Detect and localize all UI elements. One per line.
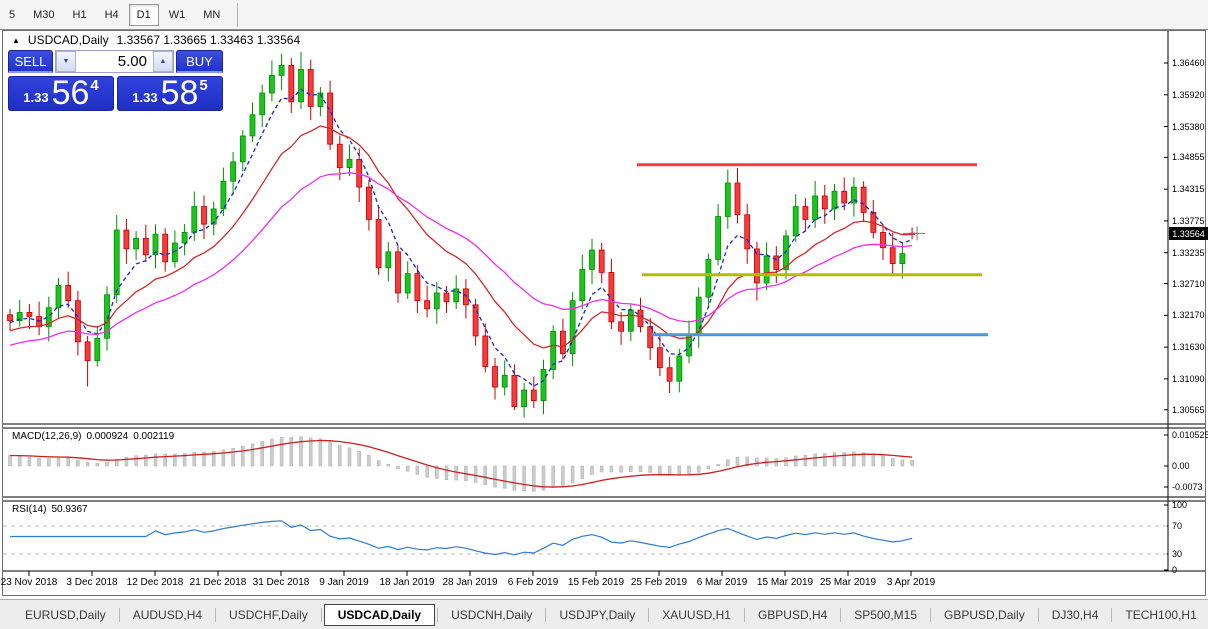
chart-window: [2, 30, 1206, 596]
price-axis-label: 1.33775: [1172, 216, 1205, 226]
buy-price-main: 58: [161, 78, 199, 108]
chevron-down-icon: ▼: [63, 58, 70, 65]
timeframe-button-d1[interactable]: D1: [129, 4, 159, 26]
price-axis-label: 1.32710: [1172, 279, 1205, 289]
tab-usdcnh-daily[interactable]: USDCNH,Daily: [440, 605, 543, 625]
price-axis-label: 1.35920: [1172, 90, 1205, 100]
tab-tech100-h1[interactable]: TECH100,H1: [1114, 605, 1207, 625]
sell-price-pip: 4: [90, 77, 98, 94]
macd-name: MACD(12,26,9): [12, 431, 81, 442]
date-axis-label: 21 Dec 2018: [190, 577, 247, 588]
date-axis-label: 23 Nov 2018: [1, 577, 58, 588]
tab-separator: [930, 608, 931, 622]
date-axis-label: 3 Apr 2019: [887, 577, 935, 588]
timeframe-button-w1[interactable]: W1: [161, 4, 194, 26]
price-axis-label: 1.34855: [1172, 152, 1205, 162]
tab-audusd-h4[interactable]: AUDUSD,H4: [122, 605, 213, 625]
date-axis-label: 12 Dec 2018: [127, 577, 184, 588]
date-axis-label: 25 Mar 2019: [820, 577, 876, 588]
toolbar-separator: [237, 3, 238, 27]
macd-value-main: 0.000924: [86, 431, 128, 442]
date-axis-label: 6 Mar 2019: [697, 577, 748, 588]
tab-usdjpy-daily[interactable]: USDJPY,Daily: [548, 605, 646, 625]
price-axis-label: 1.33235: [1172, 248, 1205, 258]
buy-price-pip: 5: [199, 77, 207, 94]
date-axis-label: 15 Mar 2019: [757, 577, 813, 588]
price-axis-label: 1.30565: [1172, 405, 1205, 415]
volume-input[interactable]: [76, 51, 153, 72]
sell-price-main: 56: [52, 78, 90, 108]
chart-title: ▲ USDCAD,Daily 1.33567 1.33665 1.33463 1…: [12, 33, 300, 47]
tab-separator: [119, 608, 120, 622]
tab-separator: [215, 608, 216, 622]
price-axis-label: 1.32170: [1172, 310, 1205, 320]
date-axis-label: 3 Dec 2018: [66, 577, 117, 588]
tab-separator: [321, 608, 322, 622]
price-axis-label: 1.34315: [1172, 184, 1205, 194]
date-axis-label: 18 Jan 2019: [379, 577, 434, 588]
timeframe-button-h1[interactable]: H1: [65, 4, 95, 26]
timeframe-button-h4[interactable]: H4: [97, 4, 127, 26]
date-axis-label: 28 Jan 2019: [442, 577, 497, 588]
symbol-tabbar: EURUSD,DailyAUDUSD,H4USDCHF,DailyUSDCAD,…: [0, 599, 1208, 629]
sell-price-prefix: 1.33: [23, 90, 48, 105]
macd-indicator-label: MACD(12,26,9) 0.000924 0.002119: [12, 431, 174, 442]
tab-usdchf-daily[interactable]: USDCHF,Daily: [218, 605, 319, 625]
date-axis-label: 25 Feb 2019: [631, 577, 687, 588]
tab-gbpusd-daily[interactable]: GBPUSD,Daily: [933, 605, 1036, 625]
macd-value-signal: 0.002119: [133, 431, 174, 442]
rsi-axis-label: 0: [1172, 565, 1177, 575]
price-axis-label: 1.31630: [1172, 342, 1205, 352]
rsi-axis-label: 70: [1172, 521, 1182, 531]
timeframe-button-m30[interactable]: M30: [25, 4, 62, 26]
rsi-axis-label: 100: [1172, 500, 1187, 510]
tab-separator: [1038, 608, 1039, 622]
date-axis-label: 31 Dec 2018: [253, 577, 310, 588]
timeframe-toolbar: 5M30H1H4D1W1MN: [0, 0, 1208, 30]
one-click-trading-widget: SELL ▼ ▲ BUY 1.33 56 4 1.33 58 5: [8, 48, 223, 111]
macd-axis-label: 0.00: [1172, 461, 1190, 471]
tab-gbpusd-h4[interactable]: GBPUSD,H4: [747, 605, 838, 625]
macd-axis-label: 0.010525: [1172, 430, 1208, 440]
timeframe-button-5[interactable]: 5: [1, 4, 23, 26]
volume-stepper: ▼ ▲: [55, 50, 174, 73]
date-axis-label: 9 Jan 2019: [319, 577, 369, 588]
collapse-triangle-icon[interactable]: ▲: [12, 36, 20, 45]
tab-eurusd-daily[interactable]: EURUSD,Daily: [14, 605, 117, 625]
date-axis-label: 6 Feb 2019: [508, 577, 559, 588]
tab-usdcad-daily[interactable]: USDCAD,Daily: [324, 604, 435, 626]
buy-price-prefix: 1.33: [132, 90, 157, 105]
macd-axis-label: -0.0073: [1172, 482, 1203, 492]
tab-sp500-m15[interactable]: SP500,M15: [843, 605, 928, 625]
volume-increase-button[interactable]: ▲: [153, 51, 173, 72]
timeframe-button-mn[interactable]: MN: [195, 4, 228, 26]
tab-separator: [437, 608, 438, 622]
tab-xauusd-h1[interactable]: XAUUSD,H1: [651, 605, 742, 625]
tab-separator: [840, 608, 841, 622]
tab-separator: [648, 608, 649, 622]
tab-dj30-h4[interactable]: DJ30,H4: [1041, 605, 1110, 625]
chevron-up-icon: ▲: [160, 58, 167, 65]
buy-quote-box[interactable]: 1.33 58 5: [117, 76, 223, 111]
tab-separator: [545, 608, 546, 622]
ohlc-values: 1.33567 1.33665 1.33463 1.33564: [117, 33, 301, 47]
price-axis-label: 1.31090: [1172, 374, 1205, 384]
date-axis-label: 15 Feb 2019: [568, 577, 624, 588]
buy-button[interactable]: BUY: [176, 50, 223, 73]
symbol-label: USDCAD,Daily: [28, 33, 109, 47]
tab-separator: [744, 608, 745, 622]
price-axis-label: 1.36460: [1172, 58, 1205, 68]
price-axis-label: 1.35380: [1172, 122, 1205, 132]
rsi-indicator-label: RSI(14) 50.9367: [12, 504, 88, 515]
current-price-tag: 1.33564: [1169, 227, 1208, 240]
tab-separator: [1111, 608, 1112, 622]
rsi-axis-label: 30: [1172, 549, 1182, 559]
sell-button[interactable]: SELL: [8, 50, 53, 73]
rsi-name: RSI(14): [12, 504, 46, 515]
volume-decrease-button[interactable]: ▼: [56, 51, 76, 72]
rsi-value: 50.9367: [51, 504, 87, 515]
sell-quote-box[interactable]: 1.33 56 4: [8, 76, 114, 111]
